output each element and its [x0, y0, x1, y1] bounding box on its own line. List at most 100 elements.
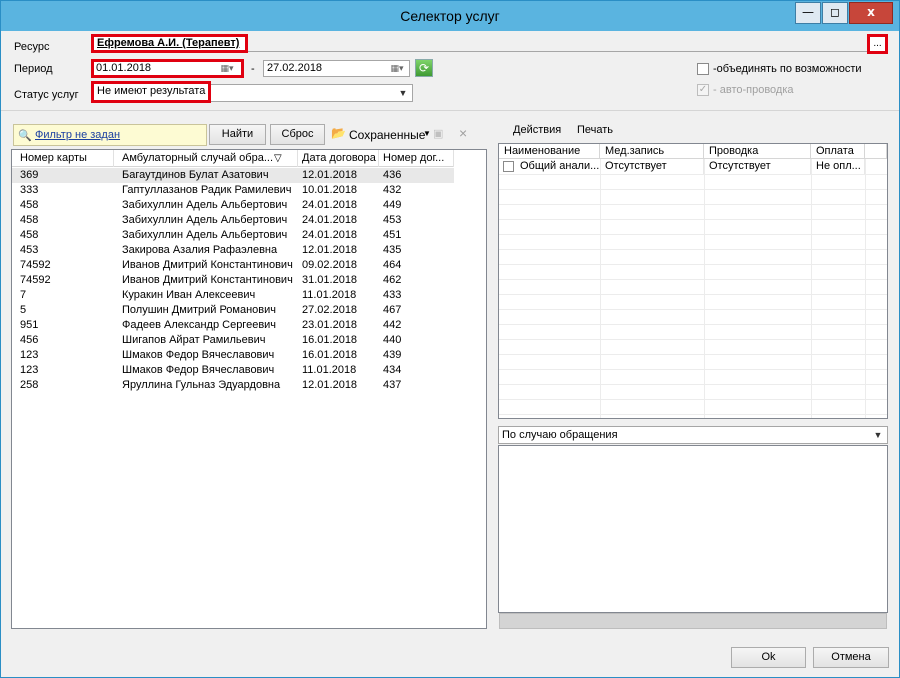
- table-row[interactable]: 123 Шмаков Федор Вячеславович 16.01.2018 43…: [12, 348, 454, 363]
- grid-line: [499, 249, 887, 250]
- save-filter-icon[interactable]: ▣: [433, 127, 443, 140]
- table-cell: 453: [383, 214, 402, 226]
- combine-label: -объединять по возможности: [713, 63, 862, 75]
- find-button[interactable]: Найти: [209, 124, 266, 145]
- grid-line: [499, 189, 887, 190]
- actions-menu[interactable]: Действия: [513, 124, 561, 136]
- table-row[interactable]: 453 Закирова Азалия Рафаэлевна 12.01.2018 4…: [12, 243, 454, 258]
- grid-line: [499, 204, 887, 205]
- resource-browse-button[interactable]: ...: [867, 34, 888, 54]
- table-cell: 434: [383, 364, 402, 376]
- table-row[interactable]: 123 Шмаков Федор Вячеславович 11.01.2018 43…: [12, 363, 454, 378]
- combine-checkbox[interactable]: [697, 63, 709, 75]
- period-separator: -: [251, 63, 255, 75]
- grid-line: [499, 339, 887, 340]
- grid-line: [600, 159, 601, 418]
- window-title: Селектор услуг: [400, 8, 500, 24]
- selector-window: Селектор услуг — ◻ x Ресурс Ефремова А.И…: [0, 0, 900, 678]
- table-row[interactable]: 333 Гаптуллазанов Радик Рамилевич 10.01.20…: [12, 183, 454, 198]
- table-cell: 464: [383, 259, 402, 271]
- saved-filters-menu[interactable]: Сохраненные: [349, 128, 425, 142]
- col-posting[interactable]: Проводка: [704, 144, 811, 159]
- table-cell: Шмаков Федор Вячеславович: [122, 364, 275, 376]
- table-cell: 432: [383, 184, 402, 196]
- cases-grid[interactable]: Номер карты Амбулаторный случай обра... …: [11, 149, 487, 629]
- table-row[interactable]: 74592 Иванов Дмитрий Константинович 09.02.…: [12, 258, 454, 273]
- filter-link[interactable]: Фильтр не задан: [35, 129, 120, 141]
- filter-box[interactable]: 🔍 Фильтр не задан: [13, 124, 207, 146]
- col-service-name[interactable]: Наименование: [499, 144, 600, 159]
- table-cell: 31.01.2018: [302, 274, 358, 286]
- grid-line: [499, 384, 887, 385]
- table-cell: 123: [20, 364, 39, 376]
- cancel-button[interactable]: Отмена: [813, 647, 889, 668]
- table-cell: 16.01.2018: [302, 349, 358, 361]
- period-to-field[interactable]: 27.02.2018 ▦▾: [263, 60, 410, 77]
- table-row[interactable]: 458 Забихуллин Адель Альбертович 24.01.201…: [12, 213, 454, 228]
- col-case[interactable]: Амбулаторный случай обра... ▽: [114, 150, 298, 167]
- col-med-record[interactable]: Мед.запись: [600, 144, 704, 159]
- table-cell: 11.01.2018: [302, 289, 357, 301]
- table-cell: 24.01.2018: [302, 199, 358, 211]
- grid-line: [704, 159, 705, 418]
- col-contract-number[interactable]: Номер дог...: [379, 150, 454, 167]
- col-card-number[interactable]: Номер карты: [12, 150, 114, 167]
- table-cell: Забихуллин Адель Альбертович: [122, 199, 288, 211]
- grid-line: [499, 309, 887, 310]
- grid-line: [499, 264, 887, 265]
- service-row-checkbox[interactable]: [503, 161, 514, 172]
- refresh-icon[interactable]: ⟳: [415, 59, 433, 77]
- maximize-button[interactable]: ◻: [822, 2, 848, 24]
- close-button[interactable]: x: [849, 2, 893, 24]
- status-value[interactable]: Не имеют результата: [91, 81, 211, 103]
- col-contract-date[interactable]: Дата договора: [298, 150, 379, 167]
- horizontal-scrollbar[interactable]: [499, 613, 887, 629]
- auto-posting-checkbox[interactable]: ✓: [697, 84, 709, 96]
- table-row[interactable]: 369 Багаутдинов Булат Азатович 12.01.2018 4…: [12, 168, 454, 183]
- table-cell: Шигапов Айрат Рамильевич: [122, 334, 266, 346]
- table-cell: 123: [20, 349, 39, 361]
- grid-line: [499, 234, 887, 235]
- period-from-calendar-icon[interactable]: ▦▾: [216, 63, 238, 74]
- table-row[interactable]: 74592 Иванов Дмитрий Константинович 31.01.…: [12, 273, 454, 288]
- table-cell: 467: [383, 304, 402, 316]
- table-cell: 440: [383, 334, 402, 346]
- grid-line: [499, 324, 887, 325]
- table-row[interactable]: 951 Фадеев Александр Сергеевич 23.01.2018 4…: [12, 318, 454, 333]
- table-row[interactable]: 258 Яруллина Гульназ Эдуардовна 12.01.2018…: [12, 378, 454, 393]
- table-cell: Иванов Дмитрий Константинович: [122, 274, 293, 286]
- period-from-field[interactable]: 01.01.2018 ▦▾: [91, 59, 244, 78]
- table-cell: 462: [383, 274, 402, 286]
- services-grid[interactable]: Наименование Мед.запись Проводка Оплата …: [498, 143, 888, 419]
- grid-line: [865, 159, 866, 418]
- minimize-button[interactable]: —: [795, 2, 821, 24]
- title-bar[interactable]: Селектор услуг — ◻ x: [1, 1, 899, 31]
- table-cell: 5: [20, 304, 27, 316]
- table-cell: 458: [20, 199, 39, 211]
- table-cell: 433: [383, 289, 402, 301]
- table-cell: 453: [20, 244, 39, 256]
- table-cell: Забихуллин Адель Альбертович: [122, 229, 288, 241]
- table-row[interactable]: 458 Забихуллин Адель Альбертович 24.01.201…: [12, 198, 454, 213]
- table-cell: 09.02.2018: [302, 259, 358, 271]
- table-row[interactable]: 5 Полушин Дмитрий Романович 27.02.2018 467: [12, 303, 454, 318]
- binoculars-icon: 🔍: [18, 130, 32, 142]
- table-row[interactable]: 7 Куракин Иван Алексеевич 11.01.2018 433: [12, 288, 454, 303]
- group-by-select[interactable]: По случаю обращения ▼: [498, 426, 888, 444]
- period-to-calendar-icon[interactable]: ▦▾: [386, 63, 408, 74]
- reset-button[interactable]: Сброс: [270, 124, 325, 145]
- table-cell: 23.01.2018: [302, 319, 358, 331]
- service-name-cell: Общий анали...: [520, 160, 600, 172]
- saved-chevron-down-icon[interactable]: ▼: [423, 129, 431, 138]
- ok-button[interactable]: Ok: [731, 647, 806, 668]
- col-payment[interactable]: Оплата: [811, 144, 865, 159]
- table-cell: Шмаков Федор Вячеславович: [122, 349, 275, 361]
- table-row[interactable]: 458 Забихуллин Адель Альбертович 24.01.201…: [12, 228, 454, 243]
- resource-value[interactable]: Ефремова А.И. (Терапевт): [91, 34, 248, 53]
- table-cell: 16.01.2018: [302, 334, 358, 346]
- table-cell: 436: [383, 169, 402, 181]
- filter-funnel-icon[interactable]: ▽: [274, 150, 282, 167]
- table-row[interactable]: 456 Шигапов Айрат Рамильевич 16.01.2018 440: [12, 333, 454, 348]
- clear-filter-icon[interactable]: ×: [459, 125, 467, 141]
- print-menu[interactable]: Печать: [577, 124, 613, 136]
